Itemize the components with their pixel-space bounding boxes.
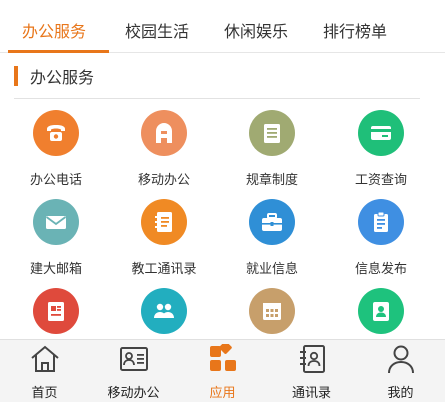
nav-profile[interactable]: 我的: [356, 340, 445, 402]
grid-item-info-publish[interactable]: 信息发布: [326, 199, 436, 277]
tab-office-services[interactable]: 办公服务: [22, 18, 86, 42]
report-document-icon: [33, 288, 79, 334]
grid-item-mobile-office[interactable]: 移动办公: [109, 110, 219, 188]
grid-label: 移动办公: [137, 173, 190, 188]
tab-rankings[interactable]: 排行榜单: [323, 18, 387, 42]
grid-item-campus-mail[interactable]: 建大邮箱: [1, 199, 111, 277]
office-card-icon: [118, 344, 150, 374]
a-letter-icon: [141, 110, 187, 156]
id-card-icon: [358, 288, 404, 334]
nav-mobile-office[interactable]: 移动办公: [89, 340, 178, 402]
nav-label: 通讯录: [291, 386, 331, 401]
active-tab-indicator: [8, 50, 109, 53]
grid-label: 工资查询: [354, 173, 407, 188]
bottom-nav-bar: 首页 移动办公 应用 通讯录 我的: [0, 339, 445, 402]
calendar-grid-icon: [249, 288, 295, 334]
grid-item-salary-query[interactable]: 工资查询: [326, 110, 436, 188]
grid-item-staff-directory[interactable]: 教工通讯录: [109, 199, 219, 277]
clipboard-icon: [358, 199, 404, 245]
home-icon: [29, 344, 61, 374]
group-icon: [141, 288, 187, 334]
section-header: 办公服务: [14, 65, 94, 87]
apps-grid-icon: [207, 341, 239, 374]
tab-leisure[interactable]: 休闲娱乐: [224, 18, 288, 42]
nav-label: 我的: [387, 386, 414, 401]
contact-book-icon: [141, 199, 187, 245]
grid-label: 建大邮箱: [29, 262, 82, 277]
credit-card-icon: [358, 110, 404, 156]
nav-apps[interactable]: 应用: [178, 340, 267, 402]
grid-item-regulations[interactable]: 规章制度: [217, 110, 327, 188]
profile-icon: [385, 344, 417, 374]
nav-label: 移动办公: [107, 386, 160, 401]
grid-label: 教工通讯录: [131, 262, 197, 277]
tab-campus-life[interactable]: 校园生活: [125, 18, 189, 42]
grid-label: 信息发布: [354, 262, 407, 277]
grid-label: 就业信息: [245, 262, 298, 277]
document-list-icon: [249, 110, 295, 156]
nav-contacts[interactable]: 通讯录: [267, 340, 356, 402]
grid-item-employment-info[interactable]: 就业信息: [217, 199, 327, 277]
nav-label: 首页: [31, 386, 58, 401]
telephone-icon: [33, 110, 79, 156]
grid-item-office-phone[interactable]: 办公电话: [1, 110, 111, 188]
briefcase-icon: [249, 199, 295, 245]
mail-icon: [33, 199, 79, 245]
section-title: 办公服务: [30, 68, 95, 87]
section-accent-bar: [14, 66, 18, 86]
grid-label: 办公电话: [29, 173, 82, 188]
nav-home[interactable]: 首页: [0, 340, 89, 402]
top-tab-bar: 办公服务 校园生活 休闲娱乐 排行榜单: [0, 0, 445, 53]
grid-label: 规章制度: [245, 173, 298, 188]
nav-label: 应用: [209, 386, 236, 401]
contacts-icon: [296, 344, 328, 374]
section-divider: [14, 98, 420, 99]
